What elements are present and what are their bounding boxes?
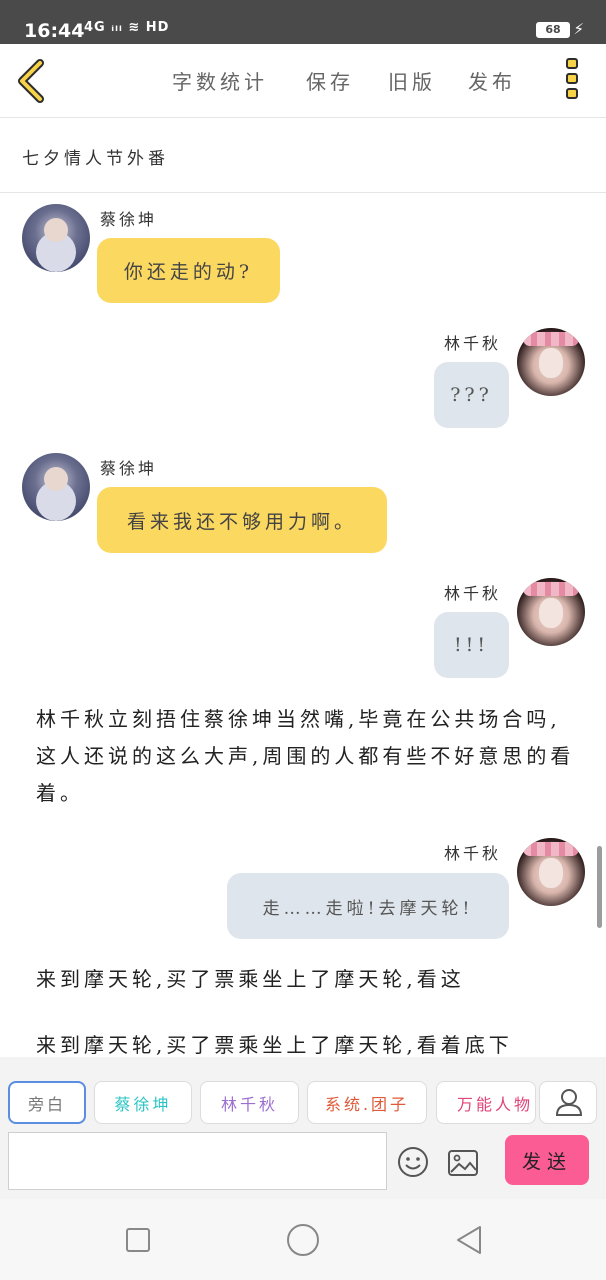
speaker-name: 蔡徐坤 bbox=[100, 210, 158, 229]
more-icon bbox=[566, 58, 578, 69]
speaker-name: 林千秋 bbox=[444, 844, 502, 863]
role-label: 旁白 bbox=[27, 1094, 66, 1114]
speaker-name: 林千秋 bbox=[444, 334, 502, 353]
chat-bubble[interactable]: ??? bbox=[434, 362, 509, 428]
narration-paragraph[interactable]: 林千秋立刻捂住蔡徐坤当然嘴,毕竟在公共场合吗,这人还说的这么大声,周围的人都有些… bbox=[36, 701, 582, 812]
role-label: 林千秋 bbox=[220, 1094, 278, 1114]
battery-icon: 68 bbox=[536, 22, 570, 38]
chat-bubble[interactable]: 走……走啦!去摩天轮! bbox=[227, 873, 509, 939]
send-button[interactable]: 发送 bbox=[505, 1135, 589, 1185]
narration-paragraph[interactable]: 来到摩天轮,买了票乘坐上了摩天轮,看这 bbox=[36, 961, 582, 998]
more-menu-button[interactable] bbox=[566, 58, 580, 104]
avatar-caixukun[interactable] bbox=[22, 204, 90, 272]
message-input[interactable] bbox=[8, 1132, 387, 1190]
system-back-button[interactable] bbox=[454, 1224, 484, 1256]
speaker-name: 蔡徐坤 bbox=[100, 459, 158, 478]
role-label: 万能人物 bbox=[457, 1094, 534, 1114]
person-icon bbox=[555, 1089, 583, 1116]
chat-bubble[interactable]: 你还走的动? bbox=[97, 238, 280, 303]
smiley-icon bbox=[398, 1147, 428, 1177]
role-chip-system[interactable]: 系统.团子 bbox=[307, 1081, 427, 1124]
editor-toolbar: 字数统计 保存 旧版 发布 bbox=[0, 44, 606, 118]
role-chip-universal[interactable]: 万能人物 bbox=[436, 1081, 536, 1124]
chapter-title-row[interactable]: 七夕情人节外番 bbox=[0, 118, 606, 193]
save-button[interactable]: 保存 bbox=[306, 66, 354, 95]
role-chip-linqianqiu[interactable]: 林千秋 bbox=[200, 1081, 299, 1124]
back-button[interactable] bbox=[14, 58, 54, 104]
role-label: 蔡徐坤 bbox=[114, 1094, 172, 1114]
avatar-caixukun[interactable] bbox=[22, 453, 90, 521]
chapter-title: 七夕情人节外番 bbox=[22, 149, 169, 169]
status-time: 16:44 bbox=[24, 20, 85, 42]
publish-button[interactable]: 发布 bbox=[468, 66, 516, 95]
speaker-name: 林千秋 bbox=[444, 584, 502, 603]
avatar-linqianqiu[interactable] bbox=[517, 578, 585, 646]
role-chip-caixukun[interactable]: 蔡徐坤 bbox=[94, 1081, 192, 1124]
status-bar: 16:44 4G ᵢₗₗ ≋ HD 68 ⚡ bbox=[0, 0, 606, 44]
image-icon bbox=[448, 1150, 478, 1176]
avatar-linqianqiu[interactable] bbox=[517, 328, 585, 396]
recent-apps-button[interactable] bbox=[126, 1228, 150, 1252]
old-version-button[interactable]: 旧版 bbox=[388, 66, 436, 95]
chat-bubble[interactable]: 看来我还不够用力啊。 bbox=[97, 487, 387, 553]
signal-icon: 4G ᵢₗₗ ≋ HD bbox=[84, 20, 170, 35]
role-label: 系统.团子 bbox=[324, 1094, 410, 1114]
emoji-button[interactable] bbox=[397, 1146, 429, 1178]
role-chip-narrator[interactable]: 旁白 bbox=[8, 1081, 86, 1124]
add-role-button[interactable] bbox=[539, 1081, 597, 1124]
back-triangle-icon bbox=[457, 1226, 481, 1254]
chat-bubble[interactable]: !!! bbox=[434, 612, 509, 678]
chevron-left-icon bbox=[18, 59, 44, 103]
charging-icon: ⚡ bbox=[573, 20, 584, 38]
word-count-button[interactable]: 字数统计 bbox=[172, 66, 268, 95]
home-button[interactable] bbox=[287, 1224, 319, 1256]
insert-image-button[interactable] bbox=[447, 1149, 479, 1177]
avatar-linqianqiu[interactable] bbox=[517, 838, 585, 906]
scrollbar[interactable] bbox=[597, 846, 602, 928]
